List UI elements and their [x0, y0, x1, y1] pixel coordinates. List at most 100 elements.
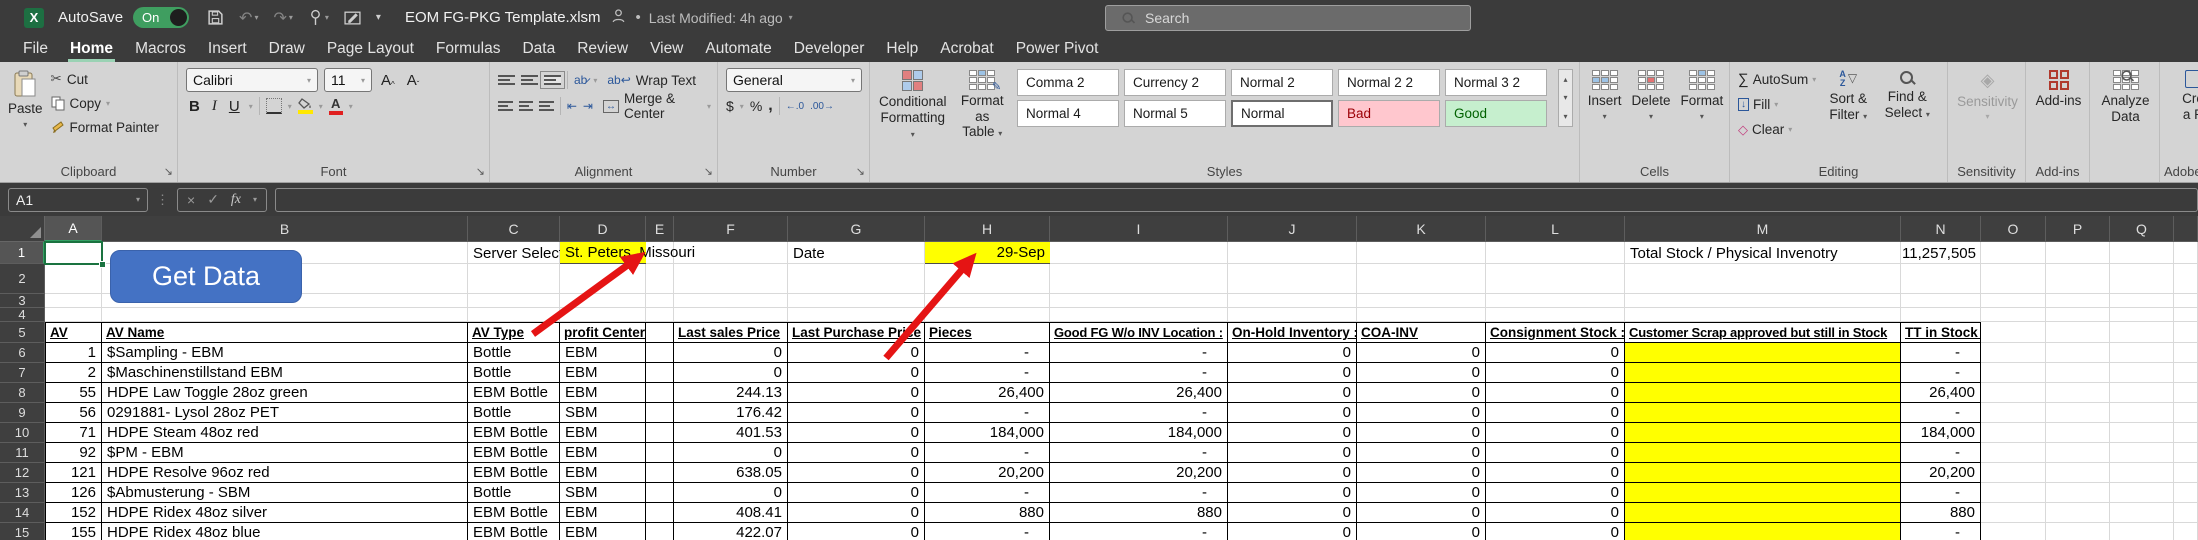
grid-cell[interactable]	[2046, 523, 2110, 540]
cell-M7[interactable]	[1625, 363, 1901, 383]
cell-J6[interactable]: 0	[1228, 343, 1357, 363]
bold-button[interactable]: B	[186, 98, 203, 115]
cell-M5[interactable]: Customer Scrap approved but still in Sto…	[1625, 322, 1901, 343]
cell-A13[interactable]: 126	[45, 483, 102, 503]
grid-cell[interactable]	[102, 308, 468, 322]
grid-cell[interactable]	[2046, 503, 2110, 523]
paste-button[interactable]: Paste ▾	[8, 67, 43, 139]
grid-cell[interactable]	[2046, 403, 2110, 423]
conditional-formatting-button[interactable]: ConditionalFormatting ▾	[878, 67, 948, 160]
cell-L15[interactable]: 0	[1486, 523, 1625, 540]
cell-J11[interactable]: 0	[1228, 443, 1357, 463]
row-header-12[interactable]: 12	[0, 463, 45, 483]
cell-G13[interactable]: 0	[788, 483, 925, 503]
grid-cell[interactable]	[1357, 242, 1486, 264]
cell-N1[interactable]: 11,257,505	[1901, 242, 1981, 264]
cell-G9[interactable]: 0	[788, 403, 925, 423]
grid-cell[interactable]	[2110, 463, 2174, 483]
col-header-Q[interactable]: Q	[2110, 216, 2174, 242]
grid-cell[interactable]	[2110, 308, 2174, 322]
menu-tab-macros[interactable]: Macros	[124, 35, 197, 62]
format-as-table-button[interactable]: ✎ Format asTable ▾	[954, 67, 1011, 160]
cell-E12[interactable]	[646, 463, 674, 483]
addins-button[interactable]: Add-ins	[2034, 67, 2083, 109]
cell-D7[interactable]: EBM	[560, 363, 646, 383]
cell-L5[interactable]: Consignment Stock :	[1486, 322, 1625, 343]
cell-J7[interactable]: 0	[1228, 363, 1357, 383]
col-header-O[interactable]: O	[1981, 216, 2046, 242]
cell-K12[interactable]: 0	[1357, 463, 1486, 483]
style-chip-normal-2-2[interactable]: Normal 2 2	[1338, 69, 1440, 96]
cell-N6[interactable]: -	[1901, 343, 1981, 363]
row-header-8[interactable]: 8	[0, 383, 45, 403]
insert-function-icon[interactable]: fx	[231, 192, 241, 208]
font-size-select[interactable]: 11▾	[324, 68, 372, 92]
grid-cell[interactable]	[1981, 308, 2046, 322]
cell-H9[interactable]: -	[925, 403, 1050, 423]
align-right-icon[interactable]	[539, 101, 554, 111]
delete-cells-button[interactable]: Delete▾	[1631, 67, 1670, 160]
cell-G14[interactable]: 0	[788, 503, 925, 523]
increase-font-icon[interactable]: A^	[378, 72, 398, 89]
grid-cell[interactable]	[646, 264, 674, 294]
grid-cell[interactable]	[1901, 294, 1981, 308]
cell-A7[interactable]: 2	[45, 363, 102, 383]
name-box[interactable]: A1 ▾	[8, 188, 148, 212]
grid-cell[interactable]	[1228, 242, 1357, 264]
cell-D14[interactable]: EBM	[560, 503, 646, 523]
grid-cell[interactable]	[2174, 403, 2198, 423]
cell-C1[interactable]: Server Select	[468, 242, 560, 264]
cell-F7[interactable]: 0	[674, 363, 788, 383]
grid-cell[interactable]	[2110, 423, 2174, 443]
cell-K5[interactable]: COA-INV	[1357, 322, 1486, 343]
grid-cell[interactable]	[2046, 308, 2110, 322]
cell-I7[interactable]: -	[1050, 363, 1228, 383]
cell-N10[interactable]: 184,000	[1901, 423, 1981, 443]
cell-K9[interactable]: 0	[1357, 403, 1486, 423]
cell-K14[interactable]: 0	[1357, 503, 1486, 523]
number-format-select[interactable]: General▾	[726, 68, 862, 92]
cell-D13[interactable]: SBM	[560, 483, 646, 503]
cell-K8[interactable]: 0	[1357, 383, 1486, 403]
grid-cell[interactable]	[2046, 483, 2110, 503]
italic-button[interactable]: I	[209, 98, 220, 115]
row-header-5[interactable]: 5	[0, 322, 45, 343]
row-header-6[interactable]: 6	[0, 343, 45, 363]
cell-E11[interactable]	[646, 443, 674, 463]
cell-M13[interactable]	[1625, 483, 1901, 503]
grid-cell[interactable]	[1625, 264, 1901, 294]
cell-C13[interactable]: Bottle	[468, 483, 560, 503]
cell-E5[interactable]	[646, 322, 674, 343]
cell-G7[interactable]: 0	[788, 363, 925, 383]
decrease-font-icon[interactable]: Aˇ	[404, 72, 423, 89]
grid-cell[interactable]	[45, 264, 102, 294]
cell-C10[interactable]: EBM Bottle	[468, 423, 560, 443]
cell-H1[interactable]: 29-Sep	[925, 242, 1050, 264]
grid-cell[interactable]	[1625, 294, 1901, 308]
decrease-indent-icon[interactable]: ⇤	[567, 99, 577, 113]
draw-mode-icon[interactable]	[344, 10, 361, 25]
style-chip-currency-2[interactable]: Currency 2	[1124, 69, 1226, 96]
menu-tab-formulas[interactable]: Formulas	[425, 35, 512, 62]
col-header-K[interactable]: K	[1357, 216, 1486, 242]
align-middle-icon[interactable]	[521, 75, 538, 85]
menu-tab-power-pivot[interactable]: Power Pivot	[1005, 35, 1110, 62]
undo-icon[interactable]: ↶▾	[239, 8, 258, 28]
cell-F6[interactable]: 0	[674, 343, 788, 363]
cell-F10[interactable]: 401.53	[674, 423, 788, 443]
grid-cell[interactable]	[1486, 264, 1625, 294]
cell-L9[interactable]: 0	[1486, 403, 1625, 423]
style-chip-normal-3-2[interactable]: Normal 3 2	[1445, 69, 1547, 96]
gallery-down-icon[interactable]: ▾	[1563, 93, 1567, 102]
grid-cell[interactable]	[2046, 343, 2110, 363]
style-chip-good[interactable]: Good	[1445, 100, 1547, 127]
cell-N15[interactable]: -	[1901, 523, 1981, 540]
cell-A12[interactable]: 121	[45, 463, 102, 483]
cell-J9[interactable]: 0	[1228, 403, 1357, 423]
grid-cell[interactable]	[2174, 463, 2198, 483]
cell-J13[interactable]: 0	[1228, 483, 1357, 503]
cell-H14[interactable]: 880	[925, 503, 1050, 523]
row-header-7[interactable]: 7	[0, 363, 45, 383]
format-cells-button[interactable]: Format▾	[1681, 67, 1724, 160]
cell-K6[interactable]: 0	[1357, 343, 1486, 363]
